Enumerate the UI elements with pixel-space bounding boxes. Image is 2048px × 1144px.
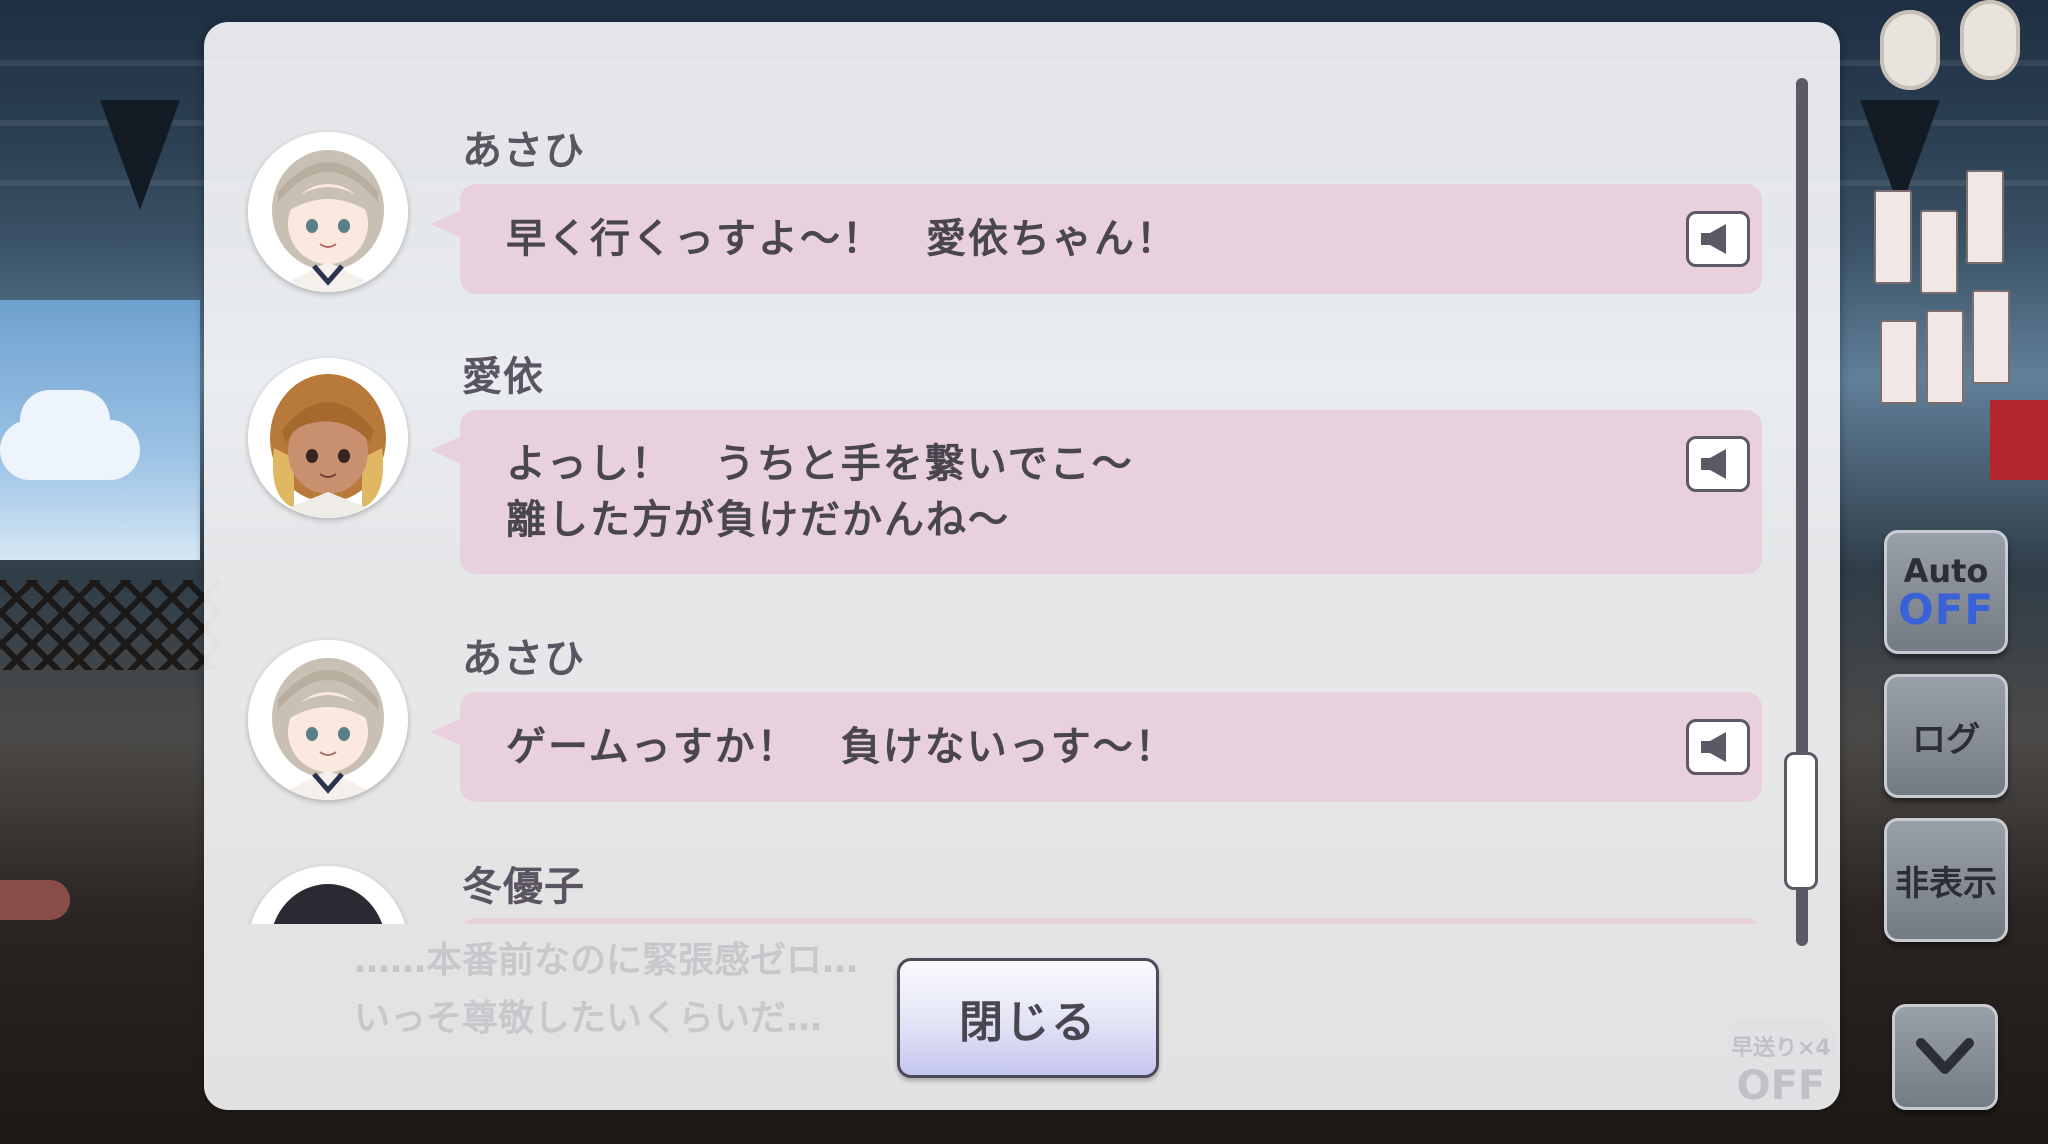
character-portrait bbox=[248, 866, 408, 924]
character-portrait bbox=[248, 640, 408, 800]
auto-state: OFF bbox=[1897, 585, 1995, 634]
log-dialog: ……本番前なのに緊張感ゼロ… いっそ尊敬したいくらいだ… 早送り×4 OFF あ… bbox=[204, 22, 1840, 1110]
menu-sign bbox=[1880, 320, 1918, 404]
message-line: 離した方が負けだかんね〜 bbox=[506, 497, 1010, 543]
message-text: ゲームっすか！ 負けないっす〜！ bbox=[506, 719, 1177, 775]
auto-toggle-button[interactable]: Auto OFF bbox=[1884, 530, 2008, 654]
background-line: ……本番前なのに緊張感ゼロ… bbox=[354, 940, 859, 981]
background-message: ……本番前なのに緊張感ゼロ… いっそ尊敬したいくらいだ… bbox=[354, 932, 858, 1048]
pennant-flag bbox=[100, 100, 180, 210]
fast-forward-indicator: 早送り×4 OFF bbox=[1726, 1020, 1836, 1110]
red-sign bbox=[1990, 400, 2048, 480]
lattice-railing bbox=[0, 580, 220, 670]
menu-sign bbox=[1874, 190, 1912, 284]
avatar-asahi bbox=[248, 132, 408, 292]
log-label: ログ bbox=[1912, 719, 1980, 760]
message-line: ゲームっすか！ 負けないっす〜！ bbox=[506, 724, 1177, 770]
menu-sign bbox=[1972, 290, 2010, 384]
hide-label: 非表示 bbox=[1895, 863, 1997, 904]
menu-sign bbox=[1926, 310, 1964, 404]
message-text: 早く行くっすよ〜！ 愛依ちゃん！ bbox=[506, 211, 1178, 267]
speaker-icon bbox=[1701, 732, 1726, 762]
message-bubble: よっし！ うちと手を繋いでこ〜 離した方が負けだかんね〜 bbox=[430, 410, 1762, 574]
lantern bbox=[1960, 0, 2020, 80]
message-bubble: 早く行くっすよ〜！ 愛依ちゃん！ bbox=[430, 184, 1762, 294]
avatar-asahi bbox=[248, 640, 408, 800]
avatar-fuyuko bbox=[248, 866, 408, 924]
lantern bbox=[1880, 10, 1940, 90]
background-line: いっそ尊敬したいくらいだ… bbox=[354, 998, 823, 1039]
avatar-mei bbox=[248, 358, 408, 518]
speaker-icon bbox=[1701, 449, 1726, 479]
message-text: よっし！ うちと手を繋いでこ〜 離した方が負けだかんね〜 bbox=[506, 436, 1134, 548]
character-portrait bbox=[248, 358, 408, 518]
speaker-name: 冬優子 bbox=[462, 864, 585, 910]
speaker-name: あさひ bbox=[462, 636, 585, 682]
log-list[interactable]: あさひ 早く行くっすよ〜！ 愛依ちゃん！ 愛依 よっし！ うちと手を繋いでこ〜 … bbox=[204, 22, 1804, 924]
voice-play-button[interactable] bbox=[1686, 211, 1750, 267]
message-line: 早く行くっすよ〜！ 愛依ちゃん！ bbox=[506, 216, 1178, 262]
speaker-icon bbox=[1701, 224, 1726, 254]
menu-sign bbox=[1966, 170, 2004, 264]
cloud bbox=[20, 390, 110, 450]
auto-label: Auto bbox=[1903, 552, 1989, 590]
close-button[interactable]: 閉じる bbox=[897, 958, 1159, 1078]
voice-play-button[interactable] bbox=[1686, 719, 1750, 775]
chevron-down-icon bbox=[1916, 1038, 1974, 1074]
stool bbox=[0, 880, 70, 920]
voice-play-button[interactable] bbox=[1686, 436, 1750, 492]
speaker-name: 愛依 bbox=[462, 354, 544, 400]
fast-forward-label: 早送り×4 bbox=[1731, 1036, 1831, 1061]
close-label: 閉じる bbox=[959, 997, 1097, 1048]
fast-forward-state: OFF bbox=[1736, 1063, 1826, 1109]
collapse-button[interactable] bbox=[1892, 1004, 1998, 1110]
log-button[interactable]: ログ bbox=[1884, 674, 2008, 798]
speaker-name: あさひ bbox=[462, 128, 585, 174]
character-portrait bbox=[248, 132, 408, 292]
menu-sign bbox=[1920, 210, 1958, 294]
scrollbar-thumb[interactable] bbox=[1784, 752, 1818, 890]
message-line: よっし！ うちと手を繋いでこ〜 bbox=[506, 441, 1134, 487]
hide-ui-button[interactable]: 非表示 bbox=[1884, 818, 2008, 942]
message-bubble bbox=[460, 918, 1762, 924]
message-bubble: ゲームっすか！ 負けないっす〜！ bbox=[430, 692, 1762, 802]
